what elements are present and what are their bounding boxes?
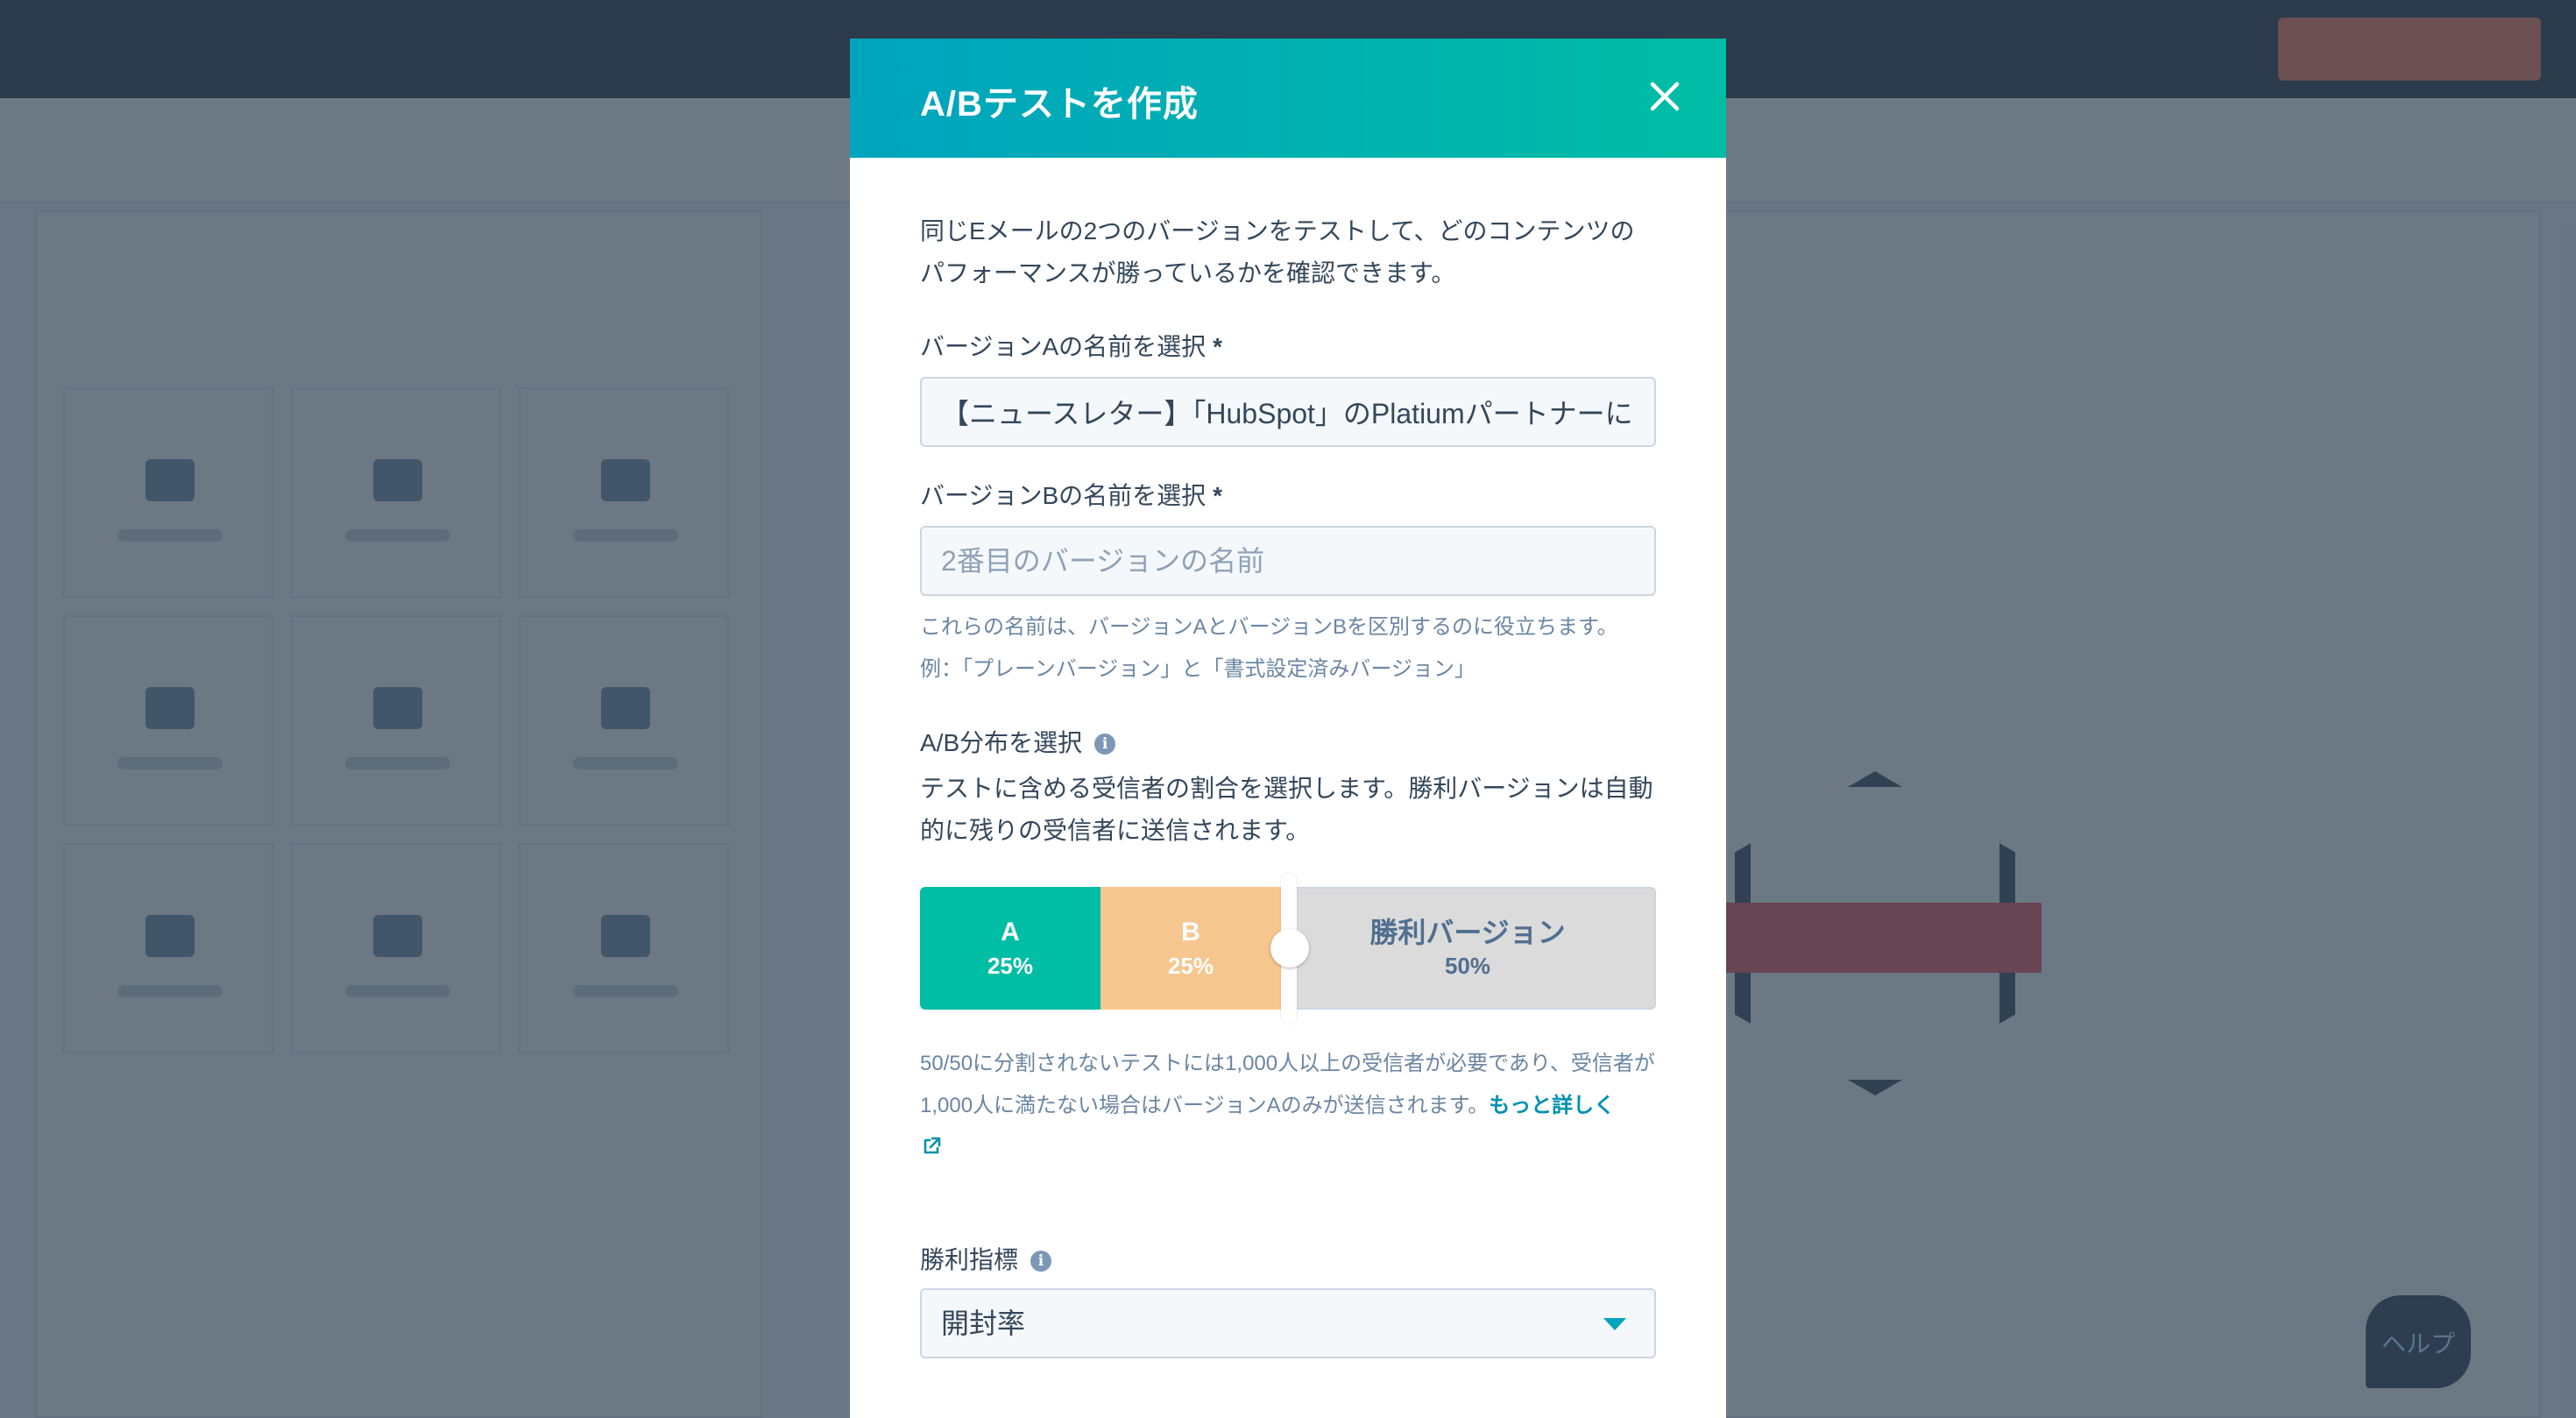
distribution-description: テストに含める受信者の割合を選択します。勝利バージョンは自動的に残りの受信者に送… xyxy=(920,775,1653,844)
required-mark: * xyxy=(1213,482,1223,509)
distribution-label: A/B分布を選択 i xyxy=(920,726,1656,761)
version-a-field: バージョンAの名前を選択 * xyxy=(920,330,1656,447)
distribution-slider-handle[interactable] xyxy=(1270,929,1309,968)
modal-header: A/Bテストを作成 xyxy=(850,39,1726,158)
names-help-line-1: これらの名前は、バージョンAとバージョンBを区別するのに役立ちます。 xyxy=(920,615,1618,639)
external-link-icon[interactable] xyxy=(920,1135,943,1158)
segment-winner-percent: 50% xyxy=(1444,953,1491,979)
names-help-line-2: 例：「プレーンバージョン」と「書式設定済みバージョン」 xyxy=(920,657,1476,681)
help-button-label: ヘルプ xyxy=(2381,1330,2456,1358)
segment-b: B 25% xyxy=(1100,887,1281,1010)
winning-metric-selected-value: 開封率 xyxy=(941,1308,1026,1339)
version-b-label: バージョンBの名前を選択 * xyxy=(920,482,1223,509)
ab-test-modal: A/Bテストを作成 同じEメールの2つのバージョンをテストして、どのコンテンツの… xyxy=(850,39,1726,1418)
modal-body: 同じEメールの2つのバージョンをテストして、どのコンテンツのパフォーマンスが勝っ… xyxy=(850,210,1726,1358)
info-icon[interactable]: i xyxy=(1030,1251,1052,1272)
close-icon xyxy=(1650,82,1680,111)
modal-intro-text: 同じEメールの2つのバージョンをテストして、どのコンテンツのパフォーマンスが勝っ… xyxy=(920,217,1635,287)
names-help: これらの名前は、バージョンAとバージョンBを区別するのに役立ちます。 例：「プレ… xyxy=(920,606,1656,691)
winning-metric-select[interactable]: 開封率 xyxy=(920,1288,1656,1358)
segment-b-percent: 25% xyxy=(1167,953,1214,979)
winning-metric-label: 勝利指標 i xyxy=(920,1243,1656,1278)
info-icon[interactable]: i xyxy=(1094,734,1116,755)
segment-winner-name: 勝利バージョン xyxy=(1369,917,1566,948)
segment-winner: 勝利バージョン 50% xyxy=(1281,887,1656,1010)
version-b-name-input[interactable] xyxy=(920,526,1656,596)
segment-a: A 25% xyxy=(920,887,1100,1010)
version-b-field: バージョンBの名前を選択 * xyxy=(920,479,1656,596)
learn-more-link[interactable]: もっと詳しく xyxy=(1489,1094,1615,1117)
version-a-name-input[interactable] xyxy=(920,377,1656,447)
distribution-note: 50/50に分割されないテストには1,000人以上の受信者が必要であり、受信者が… xyxy=(920,1043,1656,1169)
close-button[interactable] xyxy=(1640,72,1689,121)
distribution-section: A/B分布を選択 i テストに含める受信者の割合を選択します。勝利バージョンは自動… xyxy=(920,726,1656,1169)
segment-a-name: A xyxy=(1001,918,1020,947)
version-a-label: バージョンAの名前を選択 * xyxy=(920,333,1223,360)
distribution-bar: A 25% B 25% 勝利バージョン 50% xyxy=(920,873,1656,1024)
segment-a-percent: 25% xyxy=(987,953,1034,979)
segment-b-name: B xyxy=(1181,918,1200,947)
required-mark: * xyxy=(1213,333,1223,360)
help-button: ヘルプ xyxy=(2366,1295,2471,1388)
winning-metric-field: 勝利指標 i 開封率 xyxy=(920,1243,1656,1358)
chevron-down-icon xyxy=(1603,1318,1626,1330)
modal-title: A/Bテストを作成 xyxy=(920,85,1199,124)
